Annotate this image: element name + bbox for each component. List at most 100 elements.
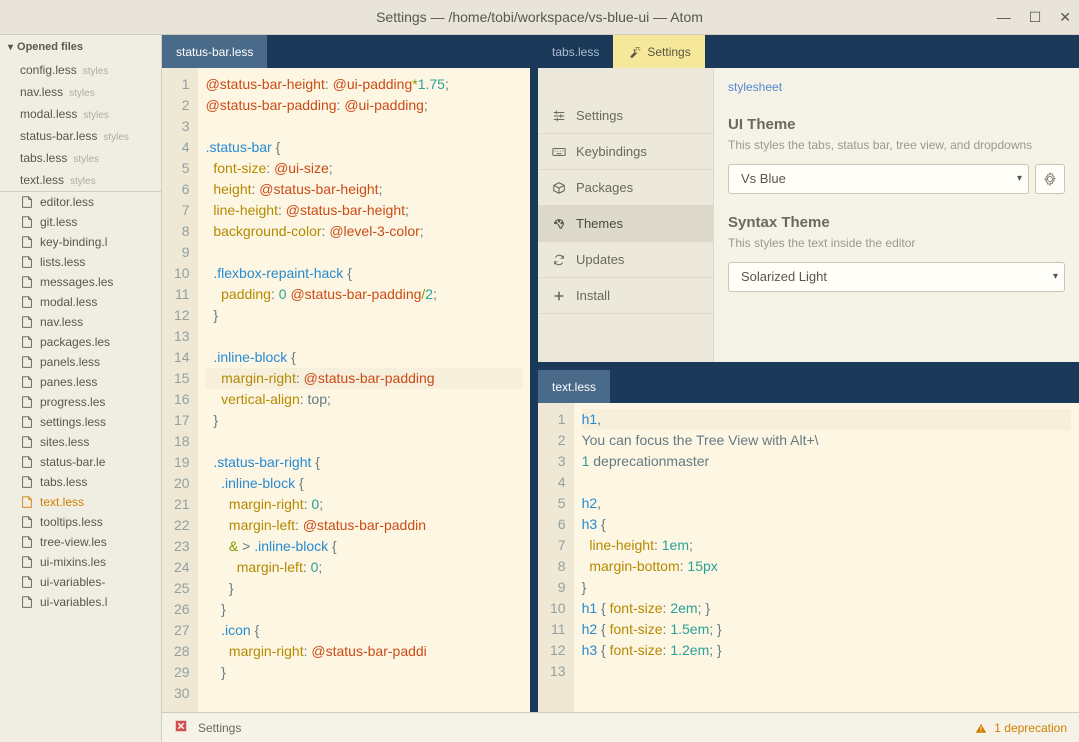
tab-text-less[interactable]: text.less xyxy=(538,370,610,403)
plus-icon xyxy=(552,289,566,303)
package-icon xyxy=(552,181,566,195)
deprecation-warning[interactable]: 1 deprecation xyxy=(974,721,1067,735)
code-area[interactable]: @status-bar-height: @ui-padding*1.75;@st… xyxy=(198,68,530,712)
file-icon xyxy=(20,235,34,249)
file-icon xyxy=(20,555,34,569)
tab-settings[interactable]: Settings xyxy=(613,35,704,68)
tree-file-item[interactable]: git.less xyxy=(0,212,161,232)
tab-status-bar[interactable]: status-bar.less xyxy=(162,35,267,68)
minimize-button[interactable]: — xyxy=(997,9,1011,26)
ui-theme-select[interactable]: Vs Blue xyxy=(728,164,1029,194)
file-icon xyxy=(20,195,34,209)
tree-file-item[interactable]: tree-view.les xyxy=(0,532,161,552)
opened-files-header[interactable]: ▾ Opened files xyxy=(0,35,161,59)
close-button[interactable]: ✕ xyxy=(1059,9,1071,26)
nav-themes[interactable]: Themes xyxy=(538,206,713,242)
tree-file-item[interactable]: progress.les xyxy=(0,392,161,412)
tree-file-item[interactable]: panels.less xyxy=(0,352,161,372)
keyboard-icon xyxy=(552,145,566,159)
tree-file-item[interactable]: ui-variables.l xyxy=(0,592,161,612)
file-icon xyxy=(20,375,34,389)
file-icon xyxy=(20,315,34,329)
sidebar: ▾ Opened files config.lessstylesnav.less… xyxy=(0,35,162,742)
file-icon xyxy=(20,335,34,349)
file-icon xyxy=(20,495,34,509)
syntax-theme-select[interactable]: Solarized Light xyxy=(728,262,1065,292)
chevron-down-icon: ▾ xyxy=(8,42,13,53)
file-icon xyxy=(20,435,34,449)
tree-file-item[interactable]: tooltips.less xyxy=(0,512,161,532)
tree-file-item[interactable]: ui-mixins.les xyxy=(0,552,161,572)
right-pane: tabs.less Settings Settings xyxy=(538,35,1079,712)
tab-bar-left: status-bar.less xyxy=(162,35,530,68)
gutter: 1234567891011121314151617181920212223242… xyxy=(162,68,198,712)
tree-file-item[interactable]: tabs.less xyxy=(0,472,161,492)
opened-file-item[interactable]: status-bar.lessstyles xyxy=(0,125,161,147)
file-icon xyxy=(20,275,34,289)
file-icon xyxy=(20,415,34,429)
tree-file-item[interactable]: settings.less xyxy=(0,412,161,432)
opened-file-item[interactable]: modal.lessstyles xyxy=(0,103,161,125)
gear-icon xyxy=(1043,172,1057,186)
file-icon xyxy=(20,515,34,529)
tree-file-item[interactable]: key-binding.l xyxy=(0,232,161,252)
ui-theme-title: UI Theme xyxy=(728,116,1065,133)
paint-icon xyxy=(552,217,566,231)
git-icon[interactable] xyxy=(174,719,188,736)
file-icon xyxy=(20,455,34,469)
tree-file-item[interactable]: packages.les xyxy=(0,332,161,352)
warning-icon xyxy=(974,721,988,735)
file-icon xyxy=(20,255,34,269)
opened-files-section: ▾ Opened files config.lessstylesnav.less… xyxy=(0,35,161,191)
settings-panel: Settings Keybindings Packages xyxy=(538,68,1079,362)
ui-theme-gear-button[interactable] xyxy=(1035,164,1065,194)
stylesheet-link[interactable]: stylesheet xyxy=(728,80,782,94)
bottom-pane: text.less 12345678910111213 h1,You can f… xyxy=(538,362,1079,712)
window-title: Settings — /home/tobi/workspace/vs-blue-… xyxy=(376,9,703,25)
tree-file-item[interactable]: text.less xyxy=(0,492,161,512)
opened-file-item[interactable]: config.lessstyles xyxy=(0,59,161,81)
tree-file-item[interactable]: panes.less xyxy=(0,372,161,392)
opened-file-item[interactable]: nav.lessstyles xyxy=(0,81,161,103)
tree-file-item[interactable]: messages.les xyxy=(0,272,161,292)
gutter: 12345678910111213 xyxy=(538,403,574,712)
opened-file-item[interactable]: tabs.lessstyles xyxy=(0,147,161,169)
nav-settings[interactable]: Settings xyxy=(538,98,713,134)
tree-file-item[interactable]: editor.less xyxy=(0,192,161,212)
tab-bar-right-top: tabs.less Settings xyxy=(538,35,1079,68)
editor-text-less[interactable]: 12345678910111213 h1,You can focus the T… xyxy=(538,403,1079,712)
editor-status-bar[interactable]: 1234567891011121314151617181920212223242… xyxy=(162,68,530,712)
ui-theme-desc: This styles the tabs, status bar, tree v… xyxy=(728,137,1065,154)
file-icon xyxy=(20,535,34,549)
nav-install[interactable]: Install xyxy=(538,278,713,314)
wrench-icon xyxy=(627,45,641,59)
left-pane: status-bar.less 123456789101112131415161… xyxy=(162,35,538,712)
tree-file-item[interactable]: sites.less xyxy=(0,432,161,452)
tree-file-item[interactable]: modal.less xyxy=(0,292,161,312)
status-bar: Settings 1 deprecation xyxy=(162,712,1079,742)
tree-file-item[interactable]: ui-variables- xyxy=(0,572,161,592)
file-icon xyxy=(20,215,34,229)
file-icon xyxy=(20,295,34,309)
tab-tabs-less[interactable]: tabs.less xyxy=(538,35,613,68)
settings-body: stylesheet UI Theme This styles the tabs… xyxy=(713,68,1079,362)
nav-packages[interactable]: Packages xyxy=(538,170,713,206)
file-icon xyxy=(20,475,34,489)
title-bar: Settings — /home/tobi/workspace/vs-blue-… xyxy=(0,0,1079,35)
tree-file-item[interactable]: status-bar.le xyxy=(0,452,161,472)
settings-nav: Settings Keybindings Packages xyxy=(538,68,713,362)
tree-file-item[interactable]: nav.less xyxy=(0,312,161,332)
opened-file-item[interactable]: text.lessstyles xyxy=(0,169,161,191)
file-icon xyxy=(20,355,34,369)
code-area[interactable]: h1,You can focus the Tree View with Alt+… xyxy=(574,403,1079,712)
file-icon xyxy=(20,595,34,609)
nav-keybindings[interactable]: Keybindings xyxy=(538,134,713,170)
status-settings-label[interactable]: Settings xyxy=(198,721,241,735)
tab-bar-right-bottom: text.less xyxy=(538,370,1079,403)
syntax-theme-desc: This styles the text inside the editor xyxy=(728,235,1065,252)
maximize-button[interactable]: ☐ xyxy=(1029,9,1042,26)
nav-updates[interactable]: Updates xyxy=(538,242,713,278)
sync-icon xyxy=(552,253,566,267)
tree-file-item[interactable]: lists.less xyxy=(0,252,161,272)
file-icon xyxy=(20,575,34,589)
